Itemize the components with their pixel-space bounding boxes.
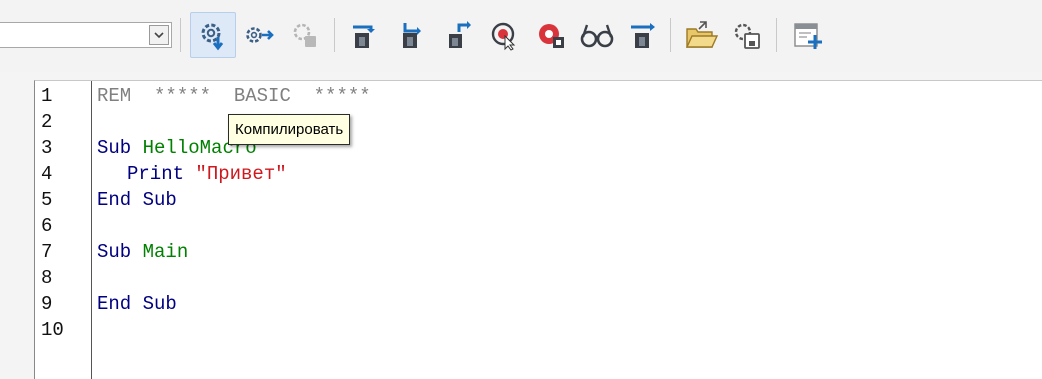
chevron-down-icon [154, 31, 164, 38]
end-sub-keyword: End Sub [97, 293, 177, 315]
breakpoint-button[interactable] [481, 12, 527, 58]
code-line-7: Sub Main [97, 241, 188, 263]
main-name: Main [142, 241, 189, 263]
end-sub-keyword: End Sub [97, 189, 177, 211]
toolbar-separator [180, 18, 181, 52]
line-number: 2 [41, 111, 53, 133]
rem-keyword: REM [97, 85, 132, 107]
open-folder-icon [685, 21, 718, 48]
compile-icon [201, 23, 224, 51]
compile-tooltip: Компилировать [228, 114, 351, 145]
stop-icon [293, 23, 316, 47]
step-over-button[interactable] [342, 12, 388, 58]
module-selector[interactable] [0, 22, 172, 48]
toolbar-separator [670, 18, 671, 52]
code-line-1: REM ***** BASIC ***** [97, 85, 371, 107]
line-number: 10 [41, 319, 64, 341]
line-number: 7 [41, 241, 53, 263]
code-line-5: End Sub [97, 189, 177, 211]
step-over-icon [353, 25, 375, 48]
line-number: 4 [41, 163, 53, 185]
code-editor[interactable]: 1 2 3 4 5 6 7 8 9 10 REM ***** BASIC ***… [34, 80, 1042, 379]
save-source-button[interactable] [724, 12, 770, 58]
line-number: 8 [41, 267, 53, 289]
line-number: 9 [41, 293, 53, 315]
step-into-icon [403, 23, 421, 48]
toolbar-separator [334, 18, 335, 52]
object-catalog-icon [631, 23, 655, 48]
run-icon [246, 27, 274, 43]
string-literal: "Привет" [195, 163, 287, 185]
object-catalog-button[interactable] [620, 12, 666, 58]
module-selector-dropdown[interactable] [149, 25, 169, 45]
line-number: 3 [41, 137, 53, 159]
sub-keyword: Sub [97, 137, 132, 159]
insert-source-icon [794, 23, 822, 49]
toolbar [0, 0, 1042, 72]
compile-button[interactable] [190, 12, 236, 58]
insert-source-button[interactable] [784, 12, 830, 58]
line-number: 5 [41, 189, 53, 211]
code-line-4: Print "Привет" [97, 163, 287, 185]
step-into-button[interactable] [388, 12, 434, 58]
open-folder-button[interactable] [678, 12, 724, 58]
stop-button[interactable] [282, 12, 328, 58]
step-out-icon [449, 21, 471, 48]
line-number-gutter: 1 2 3 4 5 6 7 8 9 10 [35, 81, 92, 379]
manage-breakpoints-button[interactable] [528, 12, 574, 58]
line-number: 6 [41, 215, 53, 237]
manage-breakpoints-icon [539, 24, 564, 48]
breakpoint-icon [491, 22, 516, 51]
comment-text: ***** BASIC ***** [131, 85, 371, 107]
run-button[interactable] [236, 12, 282, 58]
line-number: 1 [41, 85, 53, 107]
step-out-button[interactable] [436, 12, 482, 58]
code-line-9: End Sub [97, 293, 177, 315]
save-source-icon [734, 23, 760, 49]
watch-icon [580, 24, 614, 48]
sub-keyword: Sub [97, 241, 132, 263]
toolbar-separator [776, 18, 777, 52]
print-keyword: Print [127, 163, 185, 185]
watch-button[interactable] [574, 12, 620, 58]
